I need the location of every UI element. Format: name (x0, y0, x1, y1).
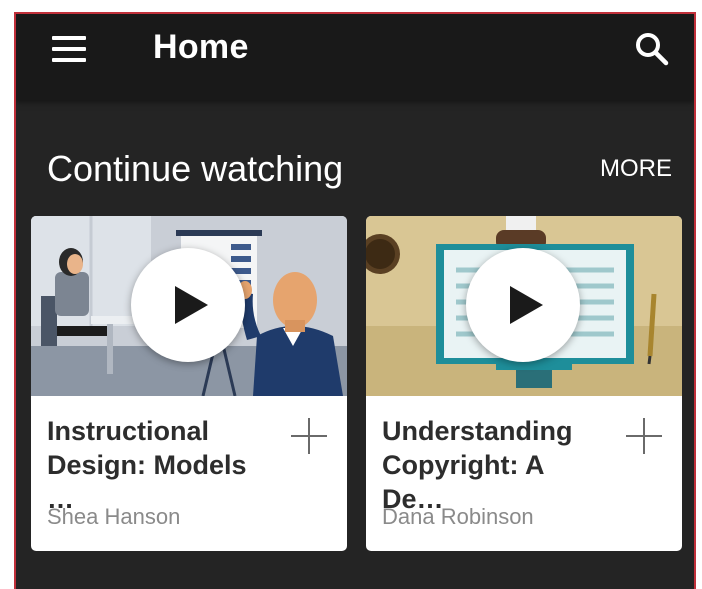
add-to-list-button[interactable] (624, 416, 664, 456)
app-bar: Home (16, 14, 694, 100)
course-card[interactable]: Understanding Copyright: A De… Dana Robi… (366, 216, 682, 551)
section-title: Continue watching (47, 148, 344, 189)
course-title: Understanding Copyright: A De… (382, 414, 612, 516)
app-frame: Home Continue watching MORE Instructiona… (14, 12, 696, 589)
play-icon (175, 286, 208, 324)
play-button[interactable] (466, 248, 580, 362)
more-link[interactable]: MORE (600, 155, 672, 183)
hamburger-menu-icon[interactable] (52, 36, 88, 62)
course-author: Dana Robinson (382, 504, 534, 529)
course-title-line: Instructional (47, 416, 210, 446)
course-thumbnail (31, 216, 347, 396)
play-button[interactable] (131, 248, 245, 362)
search-icon[interactable] (634, 31, 670, 67)
page-title: Home (153, 28, 249, 66)
add-to-list-button[interactable] (289, 416, 329, 456)
course-card[interactable]: Instructional Design: Models … Shea Hans… (31, 216, 347, 551)
course-title-line: Understanding (382, 416, 573, 446)
course-thumbnail (366, 216, 682, 396)
course-title: Instructional Design: Models … (47, 414, 277, 516)
play-icon (510, 286, 543, 324)
course-author: Shea Hanson (47, 504, 181, 529)
